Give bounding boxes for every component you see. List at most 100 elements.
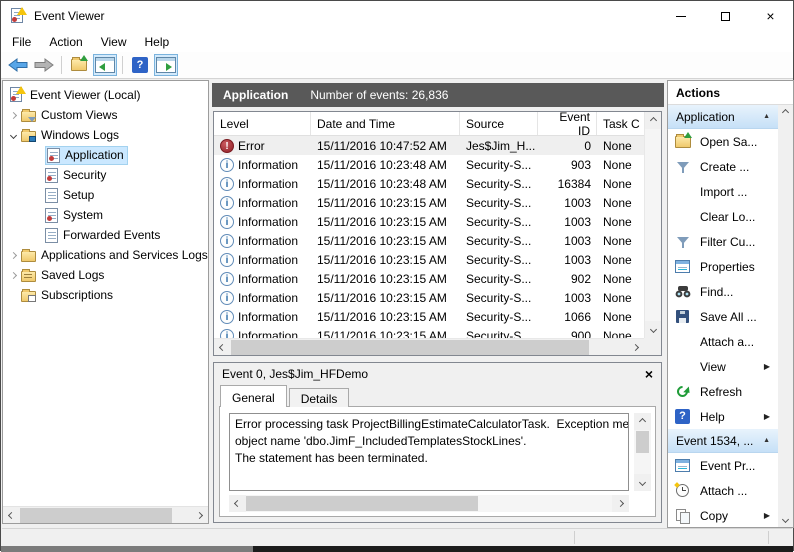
- action-view[interactable]: View: [668, 354, 778, 379]
- minimize-button[interactable]: [658, 1, 703, 31]
- detail-vertical-scrollbar[interactable]: [634, 413, 651, 491]
- table-row[interactable]: Information 15/11/2016 10:23:15 AM Secur…: [214, 288, 644, 307]
- chevron-right-icon[interactable]: [5, 271, 21, 279]
- action-event-properties[interactable]: Event Pr...: [668, 453, 778, 478]
- action-refresh[interactable]: Refresh: [668, 379, 778, 404]
- action-create-custom-view[interactable]: Create ...: [668, 154, 778, 179]
- forward-button[interactable]: [32, 54, 56, 76]
- tree-item-applications-and-services-logs[interactable]: Applications and Services Logs: [3, 245, 208, 265]
- table-vertical-scrollbar[interactable]: [644, 112, 661, 338]
- column-header-source[interactable]: Source: [460, 112, 538, 135]
- source-cell: Security-S...: [466, 195, 532, 210]
- apps-services-folder-icon: [21, 248, 36, 262]
- menu-file[interactable]: File: [3, 33, 40, 51]
- open-saved-log-button[interactable]: [67, 54, 91, 76]
- tree-item-custom-views[interactable]: Custom Views: [3, 105, 208, 125]
- table-row[interactable]: Information 15/11/2016 10:23:15 AM Secur…: [214, 307, 644, 326]
- help-button[interactable]: [128, 54, 152, 76]
- tree-item-security[interactable]: Security: [3, 165, 208, 185]
- source-cell: Security-S...: [466, 309, 532, 324]
- table-row[interactable]: Information 15/11/2016 10:23:15 AM Secur…: [214, 193, 644, 212]
- action-find[interactable]: Find...: [668, 279, 778, 304]
- toggle-console-tree-button[interactable]: [93, 54, 117, 76]
- collapse-section-icon[interactable]: [763, 437, 770, 444]
- chevron-right-icon[interactable]: [5, 251, 21, 259]
- scrollbar-thumb[interactable]: [231, 340, 589, 355]
- action-open-saved-log[interactable]: Open Sa...: [668, 129, 778, 154]
- scroll-left-icon[interactable]: [3, 507, 20, 523]
- column-header-level[interactable]: Level: [214, 112, 311, 135]
- action-help[interactable]: Help: [668, 404, 778, 429]
- scroll-up-icon[interactable]: [634, 413, 651, 430]
- action-properties[interactable]: Properties: [668, 254, 778, 279]
- close-detail-icon[interactable]: ×: [645, 367, 653, 381]
- action-filter-current-log[interactable]: Filter Cu...: [668, 229, 778, 254]
- section-header-event[interactable]: Event 1534, ...: [668, 429, 778, 453]
- scroll-right-icon[interactable]: [627, 339, 644, 355]
- action-attach-task-to-event[interactable]: Attach ...: [668, 478, 778, 503]
- table-row[interactable]: Information 15/11/2016 10:23:15 AM Secur…: [214, 231, 644, 250]
- tab-general[interactable]: General: [220, 385, 287, 408]
- menu-view[interactable]: View: [92, 33, 136, 51]
- close-button[interactable]: ×: [748, 1, 793, 31]
- chevron-right-icon[interactable]: [5, 111, 21, 119]
- tree-item-subscriptions[interactable]: Subscriptions: [3, 285, 208, 305]
- info-icon: [220, 309, 234, 324]
- collapse-section-icon[interactable]: [763, 113, 770, 120]
- scroll-right-icon[interactable]: [191, 507, 208, 523]
- table-row[interactable]: Information 15/11/2016 10:23:15 AM Secur…: [214, 250, 644, 269]
- scrollbar-thumb[interactable]: [20, 508, 172, 523]
- back-button[interactable]: [6, 54, 30, 76]
- filter-icon: [676, 160, 690, 174]
- menu-action[interactable]: Action: [40, 33, 91, 51]
- scroll-up-icon[interactable]: [645, 112, 661, 129]
- tree-item-event-viewer-local[interactable]: Event Viewer (Local): [3, 85, 208, 105]
- table-row[interactable]: Error 15/11/2016 10:47:52 AM Jes$Jim_H..…: [214, 136, 644, 155]
- scroll-left-icon[interactable]: [229, 495, 246, 512]
- scroll-down-icon[interactable]: [778, 512, 793, 527]
- maximize-button[interactable]: [703, 1, 748, 31]
- tree-item-setup[interactable]: Setup: [3, 185, 208, 205]
- action-import-custom-view[interactable]: Import ...: [668, 179, 778, 204]
- info-icon: [220, 157, 234, 172]
- action-clear-log[interactable]: Clear Lo...: [668, 204, 778, 229]
- column-header-event-id[interactable]: Event ID: [538, 112, 597, 138]
- tree-item-system[interactable]: System: [3, 205, 208, 225]
- info-icon: [220, 195, 234, 210]
- tree-item-forwarded-events[interactable]: Forwarded Events: [3, 225, 208, 245]
- datetime-cell: 15/11/2016 10:23:15 AM: [317, 290, 447, 305]
- toggle-action-pane-button[interactable]: [154, 54, 178, 76]
- table-row[interactable]: Information 15/11/2016 10:23:48 AM Secur…: [214, 174, 644, 193]
- tab-details[interactable]: Details: [288, 388, 350, 407]
- tree-item-application[interactable]: Application: [3, 145, 208, 165]
- scroll-right-icon[interactable]: [612, 495, 629, 512]
- table-row[interactable]: Information 15/11/2016 10:23:15 AM Secur…: [214, 326, 644, 338]
- filter-icon: [676, 235, 690, 249]
- table-row[interactable]: Information 15/11/2016 10:23:15 AM Secur…: [214, 212, 644, 231]
- column-header-date[interactable]: Date and Time: [311, 112, 460, 135]
- action-save-all-events[interactable]: Save All ...: [668, 304, 778, 329]
- chevron-down-icon[interactable]: [5, 131, 21, 139]
- action-copy[interactable]: Copy: [668, 503, 778, 527]
- table-horizontal-scrollbar[interactable]: [214, 338, 644, 355]
- scroll-left-icon[interactable]: [214, 339, 231, 355]
- tree-horizontal-scrollbar[interactable]: [3, 506, 208, 523]
- menu-help[interactable]: Help: [136, 33, 179, 51]
- action-attach-task[interactable]: Attach a...: [668, 329, 778, 354]
- scrollbar-thumb[interactable]: [636, 431, 649, 453]
- scroll-down-icon[interactable]: [634, 474, 651, 491]
- action-label: Import ...: [700, 184, 748, 199]
- level-cell: Information: [238, 271, 299, 286]
- scroll-down-icon[interactable]: [645, 321, 661, 338]
- tree-item-saved-logs[interactable]: Saved Logs: [3, 265, 208, 285]
- table-row[interactable]: Information 15/11/2016 10:23:15 AM Secur…: [214, 269, 644, 288]
- scroll-up-icon[interactable]: [778, 105, 793, 120]
- scrollbar-thumb[interactable]: [246, 496, 478, 511]
- events-table: Level Date and Time Source Event ID Task…: [213, 111, 662, 356]
- tree-item-windows-logs[interactable]: Windows Logs: [3, 125, 208, 145]
- detail-horizontal-scrollbar[interactable]: [229, 495, 629, 512]
- console-tree-panel: Event Viewer (Local) Custom Views Window…: [2, 80, 209, 524]
- section-header-application[interactable]: Application: [668, 105, 778, 129]
- table-row[interactable]: Information 15/11/2016 10:23:48 AM Secur…: [214, 155, 644, 174]
- actions-vertical-scrollbar[interactable]: [778, 105, 793, 527]
